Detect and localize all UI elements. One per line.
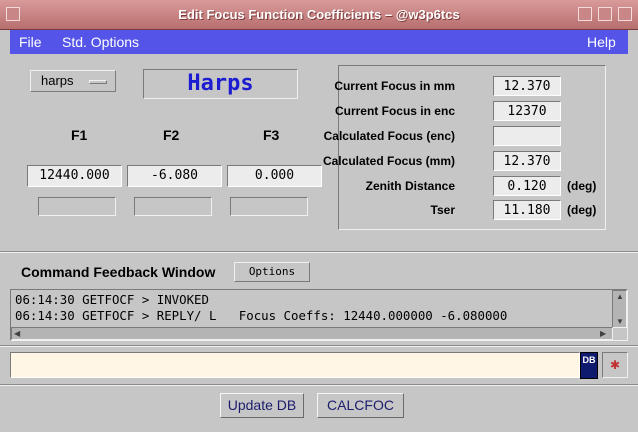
db-button[interactable]: DB (580, 352, 598, 379)
tser-label: Tser (430, 203, 455, 217)
log-horizontal-scrollbar[interactable]: ◀ ▶ (11, 327, 613, 340)
scroll-up-icon[interactable]: ▲ (616, 292, 624, 302)
current-focus-enc-label: Current Focus in enc (334, 104, 455, 118)
instrument-selector[interactable]: harps (30, 70, 116, 92)
f2-header: F2 (163, 127, 180, 143)
separator (0, 384, 638, 386)
zenith-distance-label: Zenith Distance (365, 179, 455, 193)
f1-input[interactable] (38, 197, 116, 216)
separator (0, 345, 638, 347)
log-line: 06:14:30 GETFOCF > INVOKED (15, 292, 209, 307)
menu-help[interactable]: Help (587, 34, 616, 50)
clear-icon[interactable]: ✱ (602, 352, 628, 378)
zenith-distance-unit: (deg) (567, 179, 597, 193)
log-vertical-scrollbar[interactable]: ▲ ▼ (612, 290, 627, 328)
feedback-log[interactable]: 06:14:30 GETFOCF > INVOKED 06:14:30 GETF… (10, 289, 628, 341)
window-title: Edit Focus Function Coefficients – @w3p6… (178, 7, 460, 22)
scroll-down-icon[interactable]: ▼ (616, 317, 624, 327)
calculated-focus-mm-value: 12.370 (493, 151, 561, 171)
tser-value: 11.180 (493, 200, 561, 220)
separator (0, 251, 638, 253)
f3-value: 0.000 (227, 165, 322, 187)
tser-unit: (deg) (567, 203, 597, 217)
instrument-name-display: Harps (143, 69, 298, 99)
menu-std-options[interactable]: Std. Options (62, 34, 139, 50)
update-db-button[interactable]: Update DB (220, 393, 304, 418)
maximize-button[interactable] (598, 7, 612, 21)
calculated-focus-mm-label: Calculated Focus (mm) (322, 154, 455, 168)
feedback-window-title: Command Feedback Window (21, 264, 216, 280)
f2-value: -6.080 (127, 165, 222, 187)
f1-value: 12440.000 (27, 165, 122, 187)
scroll-right-icon[interactable]: ▶ (600, 329, 606, 339)
option-menu-indicator-icon (89, 80, 107, 84)
scroll-left-icon[interactable]: ◀ (14, 329, 20, 339)
command-input[interactable] (10, 352, 580, 378)
focus-panel: Current Focus in mm 12.370 Current Focus… (323, 65, 606, 230)
f3-input[interactable] (230, 197, 308, 216)
f1-header: F1 (71, 127, 88, 143)
feedback-options-button[interactable]: Options (234, 262, 310, 282)
minimize-button[interactable] (578, 7, 592, 21)
current-focus-mm-value: 12.370 (493, 76, 561, 96)
zenith-distance-value: 0.120 (493, 176, 561, 196)
f3-header: F3 (263, 127, 280, 143)
menu-bar: File Std. Options Help (10, 30, 628, 54)
log-line: 06:14:30 GETFOCF > REPLY/ L Focus Coeffs… (15, 308, 508, 323)
calcfoc-button[interactable]: CALCFOC (317, 393, 404, 418)
instrument-selector-value: harps (41, 73, 74, 88)
f2-input[interactable] (134, 197, 212, 216)
title-bar[interactable]: Edit Focus Function Coefficients – @w3p6… (0, 0, 638, 30)
calculated-focus-enc-label: Calculated Focus (enc) (323, 129, 455, 143)
menu-file[interactable]: File (19, 34, 42, 50)
current-focus-mm-label: Current Focus in mm (334, 79, 455, 93)
calculated-focus-enc-value (493, 126, 561, 146)
current-focus-enc-value: 12370 (493, 101, 561, 121)
close-button[interactable] (618, 7, 632, 21)
